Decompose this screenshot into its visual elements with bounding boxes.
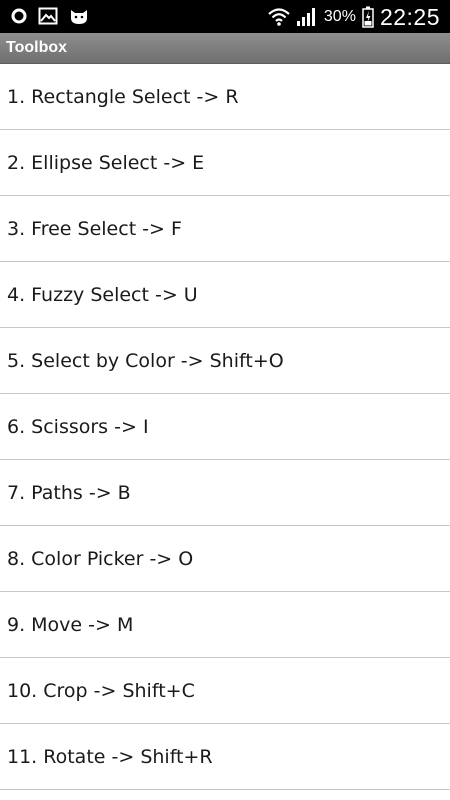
- list-item-label: 3. Free Select -> F: [7, 217, 182, 240]
- list-item-label: 9. Move -> M: [7, 613, 134, 636]
- page-title: Toolbox: [6, 39, 68, 56]
- list-item[interactable]: 4. Fuzzy Select -> U: [0, 262, 450, 328]
- list-item[interactable]: 10. Crop -> Shift+C: [0, 658, 450, 724]
- clock: 22:25: [379, 4, 440, 30]
- list-item[interactable]: 1. Rectangle Select -> R: [0, 64, 450, 130]
- battery-percent: 30%: [323, 8, 356, 25]
- list-item[interactable]: 2. Ellipse Select -> E: [0, 130, 450, 196]
- list-item-label: 6. Scissors -> I: [7, 415, 149, 438]
- list-item[interactable]: 7. Paths -> B: [0, 460, 450, 526]
- list-item-label: 1. Rectangle Select -> R: [7, 85, 239, 108]
- list-item-label: 8. Color Picker -> O: [7, 547, 194, 570]
- system-icons: 30% 22:25: [268, 3, 440, 31]
- title-bar: Toolbox: [0, 33, 450, 64]
- shortcut-list: 1. Rectangle Select -> R 2. Ellipse Selec…: [0, 64, 450, 790]
- status-bar: 30% 22:25: [0, 0, 450, 33]
- cat-face-icon: [68, 6, 90, 26]
- notification-icons: [10, 6, 90, 26]
- list-item[interactable]: 8. Color Picker -> O: [0, 526, 450, 592]
- list-item-label: 2. Ellipse Select -> E: [7, 151, 205, 174]
- list-item[interactable]: 6. Scissors -> I: [0, 394, 450, 460]
- list-item-label: 10. Crop -> Shift+C: [7, 679, 195, 702]
- list-item[interactable]: 5. Select by Color -> Shift+O: [0, 328, 450, 394]
- gallery-icon: [38, 7, 58, 25]
- battery-icon: [362, 6, 374, 28]
- signal-icon: [296, 7, 318, 27]
- list-item-label: 7. Paths -> B: [7, 481, 131, 504]
- wifi-icon: [268, 7, 290, 27]
- list-item[interactable]: 11. Rotate -> Shift+R: [0, 724, 450, 790]
- list-item[interactable]: 9. Move -> M: [0, 592, 450, 658]
- list-item-label: 5. Select by Color -> Shift+O: [7, 349, 284, 372]
- list-item-label: 4. Fuzzy Select -> U: [7, 283, 198, 306]
- list-item-label: 11. Rotate -> Shift+R: [7, 745, 213, 768]
- circle-icon: [10, 7, 28, 25]
- list-item[interactable]: 3. Free Select -> F: [0, 196, 450, 262]
